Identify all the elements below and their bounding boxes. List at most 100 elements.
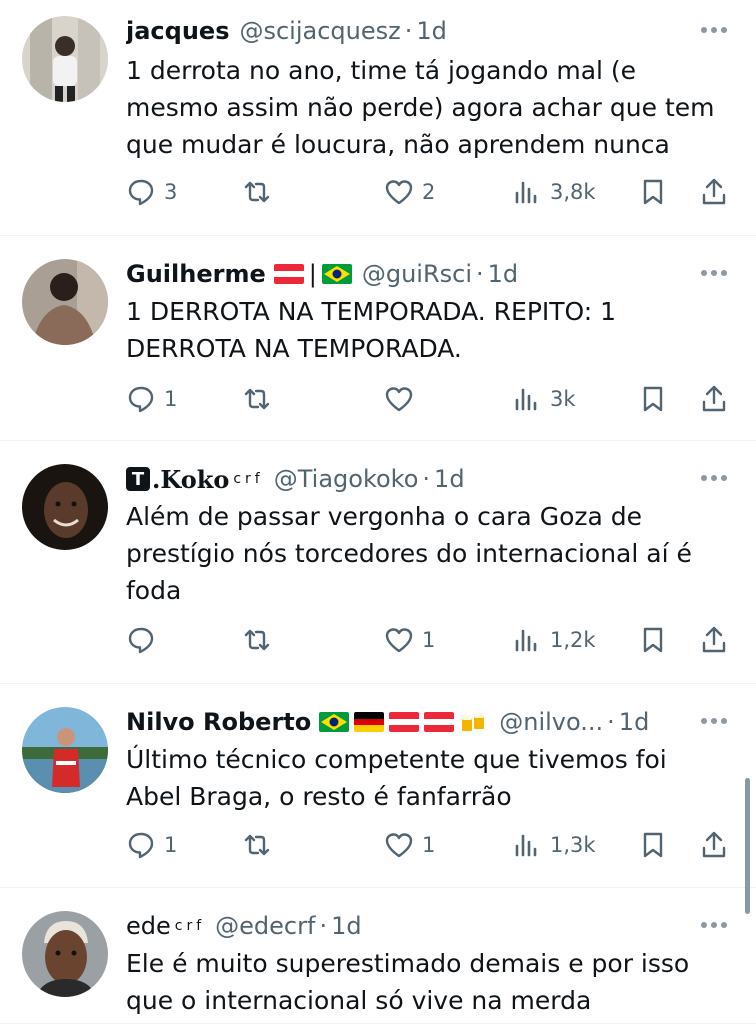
tweet-text: Ele é muito superestimado demais e por i… [126, 949, 690, 1015]
display-name[interactable]: jacques [126, 17, 229, 45]
reply-count: 1 [164, 833, 178, 857]
views-button[interactable]: 3,8k [512, 172, 596, 212]
avatar[interactable] [22, 911, 108, 997]
name-suffix: crf [174, 918, 206, 934]
reply-button[interactable] [126, 620, 164, 660]
handle[interactable]: @nilvo... [499, 708, 603, 736]
name-flags [319, 712, 489, 732]
scrollbar[interactable] [745, 778, 750, 914]
more-icon[interactable] [698, 705, 730, 737]
action-bar: 1 3k [126, 379, 736, 419]
view-count: 3,8k [550, 180, 596, 204]
bookmark-icon [638, 830, 668, 860]
heart-icon [384, 384, 414, 414]
display-name[interactable]: Guilherme [126, 260, 266, 288]
share-icon [699, 177, 729, 207]
heart-icon [384, 625, 414, 655]
retweet-button[interactable] [242, 379, 280, 419]
timestamp[interactable]: 1d [416, 17, 447, 45]
bookmark-icon [638, 625, 668, 655]
timestamp[interactable]: 1d [488, 260, 519, 288]
action-bar: 1 1,2k [126, 620, 736, 660]
flag-separator: | [308, 260, 317, 288]
views-button[interactable]: 3k [512, 379, 576, 419]
austria-flag-icon [389, 712, 420, 732]
views-button[interactable]: 1,3k [512, 825, 596, 865]
like-button[interactable] [384, 379, 422, 419]
reply-button[interactable]: 3 [126, 172, 177, 212]
tweet-guilherme[interactable]: Guilherme | @guiRsci · 1d 1 DERROTA NA T… [0, 237, 756, 441]
more-icon[interactable] [698, 462, 730, 494]
retweet-button[interactable] [242, 172, 280, 212]
share-button[interactable] [699, 379, 729, 419]
reply-count: 1 [164, 387, 178, 411]
retweet-icon [242, 177, 272, 207]
bookmark-icon [638, 384, 668, 414]
like-count: 1 [422, 628, 436, 652]
bookmark-button[interactable] [638, 172, 668, 212]
retweet-icon [242, 830, 272, 860]
share-button[interactable] [699, 172, 729, 212]
brazil-flag-icon [321, 264, 352, 284]
more-icon[interactable] [698, 14, 730, 46]
bookmark-button[interactable] [638, 620, 668, 660]
reply-button[interactable]: 1 [126, 379, 177, 419]
display-name[interactable]: .Koko [152, 465, 229, 494]
germany-flag-icon [354, 712, 385, 732]
retweet-icon [242, 625, 272, 655]
timestamp[interactable]: 1d [434, 465, 465, 493]
handle[interactable]: @guiRsci [362, 260, 472, 288]
views-icon [512, 384, 542, 414]
bookmark-icon [638, 177, 668, 207]
tweet-header: jacques @scijacquesz · 1d [126, 14, 696, 48]
like-count: 1 [422, 833, 436, 857]
reply-button[interactable]: 1 [126, 825, 177, 865]
more-icon[interactable] [698, 909, 730, 941]
share-button[interactable] [699, 620, 729, 660]
view-count: 1,2k [550, 628, 596, 652]
timestamp[interactable]: 1d [619, 708, 650, 736]
like-button[interactable]: 1 [384, 825, 435, 865]
handle[interactable]: @Tiagokoko [274, 465, 419, 493]
timestamp[interactable]: 1d [331, 912, 362, 940]
views-icon [512, 625, 542, 655]
separator-dot: · [404, 17, 413, 45]
retweet-button[interactable] [242, 620, 280, 660]
tweet-text: 1 DERROTA NA TEMPORADA. REPITO: 1 DERROT… [126, 297, 617, 363]
more-icon[interactable] [698, 257, 730, 289]
action-bar: 1 1 1,3k [126, 825, 736, 865]
avatar[interactable] [22, 16, 108, 102]
tweet-jacques[interactable]: jacques @scijacquesz · 1d 1 derrota no a… [0, 0, 756, 236]
tweet-header: Guilherme | @guiRsci · 1d [126, 257, 696, 291]
display-name[interactable]: Nilvo Roberto [126, 708, 311, 736]
reply-icon [126, 384, 156, 414]
austria-flag-icon [273, 264, 304, 284]
separator-dot: · [607, 708, 615, 736]
tweet-ede[interactable]: ede crf @edecrf · 1d Ele é muito superes… [0, 889, 756, 1024]
like-button[interactable]: 1 [384, 620, 435, 660]
avatar[interactable] [22, 464, 108, 550]
tweet-header: T .Koko crf @Tiagokoko · 1d [126, 462, 696, 496]
handle[interactable]: @scijacquesz [239, 17, 400, 45]
separator-dot: · [319, 912, 328, 940]
bookmark-button[interactable] [638, 825, 668, 865]
share-button[interactable] [699, 825, 729, 865]
reply-feed: jacques @scijacquesz · 1d 1 derrota no a… [0, 0, 756, 1024]
tweet-koko[interactable]: T .Koko crf @Tiagokoko · 1d Além de pass… [0, 442, 756, 684]
heart-icon [384, 830, 414, 860]
like-button[interactable]: 2 [384, 172, 435, 212]
avatar[interactable] [22, 259, 108, 345]
share-icon [699, 625, 729, 655]
brazil-flag-icon [319, 712, 350, 732]
avatar[interactable] [22, 707, 108, 793]
like-count: 2 [422, 180, 436, 204]
retweet-button[interactable] [242, 825, 280, 865]
views-button[interactable]: 1,2k [512, 620, 596, 660]
name-flags: | [273, 260, 352, 288]
display-name[interactable]: ede [126, 912, 171, 940]
separator-dot: · [475, 260, 484, 288]
name-suffix: crf [233, 471, 264, 487]
handle[interactable]: @edecrf [215, 912, 315, 940]
bookmark-button[interactable] [638, 379, 668, 419]
tweet-nilvo[interactable]: Nilvo Roberto @nilvo... · 1d Último técn… [0, 685, 756, 888]
